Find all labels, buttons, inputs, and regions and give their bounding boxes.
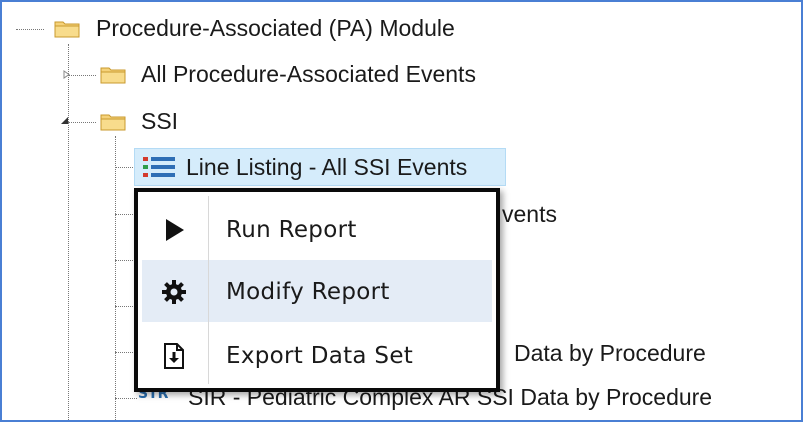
menu-item-label: Run Report	[226, 217, 357, 243]
menu-item-label: Export Data Set	[226, 343, 414, 369]
tree-item-ssi[interactable]: SSI	[141, 107, 178, 135]
tree-connector	[68, 75, 96, 76]
tree-connector	[68, 122, 96, 123]
tree-connector	[115, 167, 135, 168]
menu-item-export-data-set[interactable]: Export Data Set	[142, 324, 492, 386]
tree-connector	[68, 44, 69, 420]
report-tree-panel: Procedure-Associated (PA) Module All Pro…	[0, 0, 803, 422]
gear-icon	[162, 280, 186, 304]
tree-item-line-listing-label: Line Listing - All SSI Events	[186, 154, 468, 180]
tree-connector	[115, 398, 137, 399]
tree-item-all-pa-events[interactable]: All Procedure-Associated Events	[141, 60, 476, 88]
tree-item-pa-module[interactable]: Procedure-Associated (PA) Module	[96, 14, 455, 42]
tree-connector	[16, 29, 44, 30]
folder-icon	[100, 67, 126, 84]
export-file-icon	[164, 343, 184, 369]
list-report-icon	[143, 157, 175, 177]
expanded-arrow-icon[interactable]	[60, 116, 69, 125]
tree-item-hidden-1-label[interactable]: vents	[502, 200, 557, 228]
collapsed-arrow-icon[interactable]	[62, 70, 71, 79]
menu-item-label: Modify Report	[226, 279, 390, 305]
menu-item-run-report[interactable]: Run Report	[142, 198, 492, 260]
context-menu: Run Report Modify Report Export Data Set	[134, 188, 500, 392]
menu-separator	[208, 196, 209, 384]
menu-item-modify-report[interactable]: Modify Report	[142, 260, 492, 322]
folder-icon	[54, 21, 80, 38]
tree-item-hidden-2-label[interactable]: Data by Procedure	[514, 339, 706, 367]
tree-connector	[115, 136, 116, 420]
play-icon	[166, 219, 184, 241]
folder-icon	[100, 114, 126, 131]
